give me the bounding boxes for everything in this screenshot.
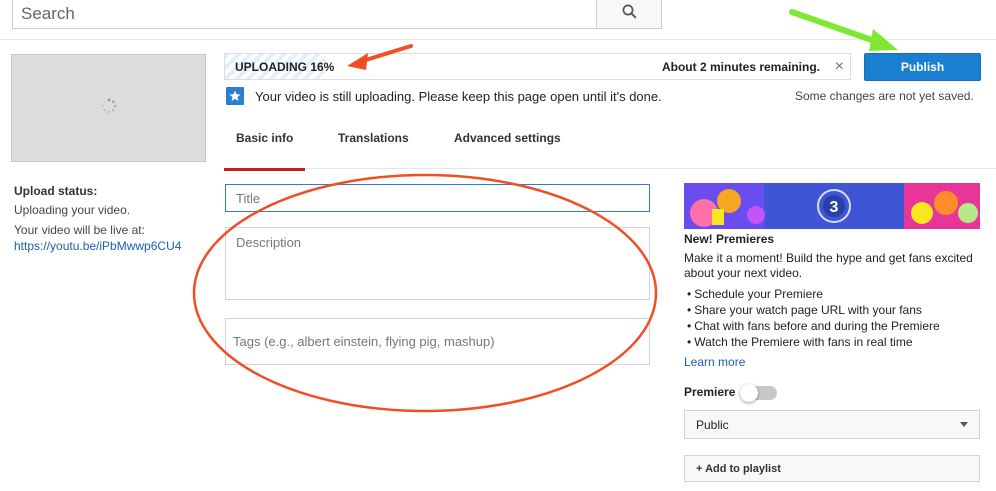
search-icon (622, 4, 637, 24)
list-item: Chat with fans before and during the Pre… (687, 318, 939, 334)
upload-notice: Your video is still uploading. Please ke… (226, 87, 662, 105)
list-item: Share your watch page URL with your fans (687, 302, 940, 318)
premiere-label: Premiere (684, 385, 736, 399)
upload-status: Upload status: Uploading your video. You… (14, 183, 214, 254)
search-input[interactable] (13, 0, 596, 28)
upload-notice-text: Your video is still uploading. Please ke… (255, 88, 662, 104)
cancel-upload-icon[interactable]: × (835, 54, 844, 79)
tab-basic-info[interactable]: Basic info (223, 128, 306, 171)
title-field[interactable] (225, 184, 650, 212)
premieres-description: Make it a moment! Build the hype and get… (684, 251, 973, 280)
unsaved-changes-note: Some changes are not yet saved. (795, 89, 974, 103)
privacy-selected-value: Public (696, 417, 729, 432)
premieres-features: Schedule your Premiere Share your watch … (687, 286, 940, 350)
video-url-link[interactable]: https://youtu.be/iPbMwwp6CU4 (14, 238, 214, 254)
publish-button[interactable]: Publish (864, 53, 981, 81)
green-arrow-icon (789, 9, 898, 51)
countdown-number: 3 (830, 199, 839, 216)
live-at-label: Your video will be live at: (14, 223, 145, 237)
star-icon (226, 87, 244, 105)
premieres-banner: 3 (684, 183, 980, 229)
loading-spinner-icon (101, 98, 117, 119)
tab-translations[interactable]: Translations (338, 128, 409, 169)
upload-status-text: Uploading your video. (14, 203, 131, 217)
learn-more-link[interactable]: Learn more (684, 355, 745, 369)
premieres-title: New! Premieres (684, 232, 775, 246)
premiere-toggle[interactable] (740, 384, 777, 402)
upload-progress-label: UPLOADING 16% (235, 59, 335, 74)
chevron-down-icon (960, 422, 968, 427)
tags-field[interactable] (225, 318, 650, 365)
list-item: Watch the Premiere with fans in real tim… (687, 334, 940, 350)
tab-advanced-settings[interactable]: Advanced settings (454, 128, 561, 169)
search-box (12, 0, 597, 29)
description-field[interactable] (225, 227, 650, 300)
toggle-knob (740, 384, 758, 402)
header-divider (0, 39, 996, 40)
upload-status-title: Upload status: (14, 184, 98, 198)
add-to-playlist-button[interactable]: + Add to playlist (684, 455, 980, 482)
privacy-select[interactable]: Public (684, 410, 980, 439)
tab-bar: Basic info Translations Advanced setting… (223, 128, 996, 171)
search-button[interactable] (596, 0, 662, 29)
list-item: Schedule your Premiere (687, 286, 940, 302)
video-thumbnail (11, 54, 206, 162)
upload-progress-bar: UPLOADING 16% About 2 minutes remaining.… (224, 53, 851, 80)
time-remaining: About 2 minutes remaining. (661, 59, 820, 74)
